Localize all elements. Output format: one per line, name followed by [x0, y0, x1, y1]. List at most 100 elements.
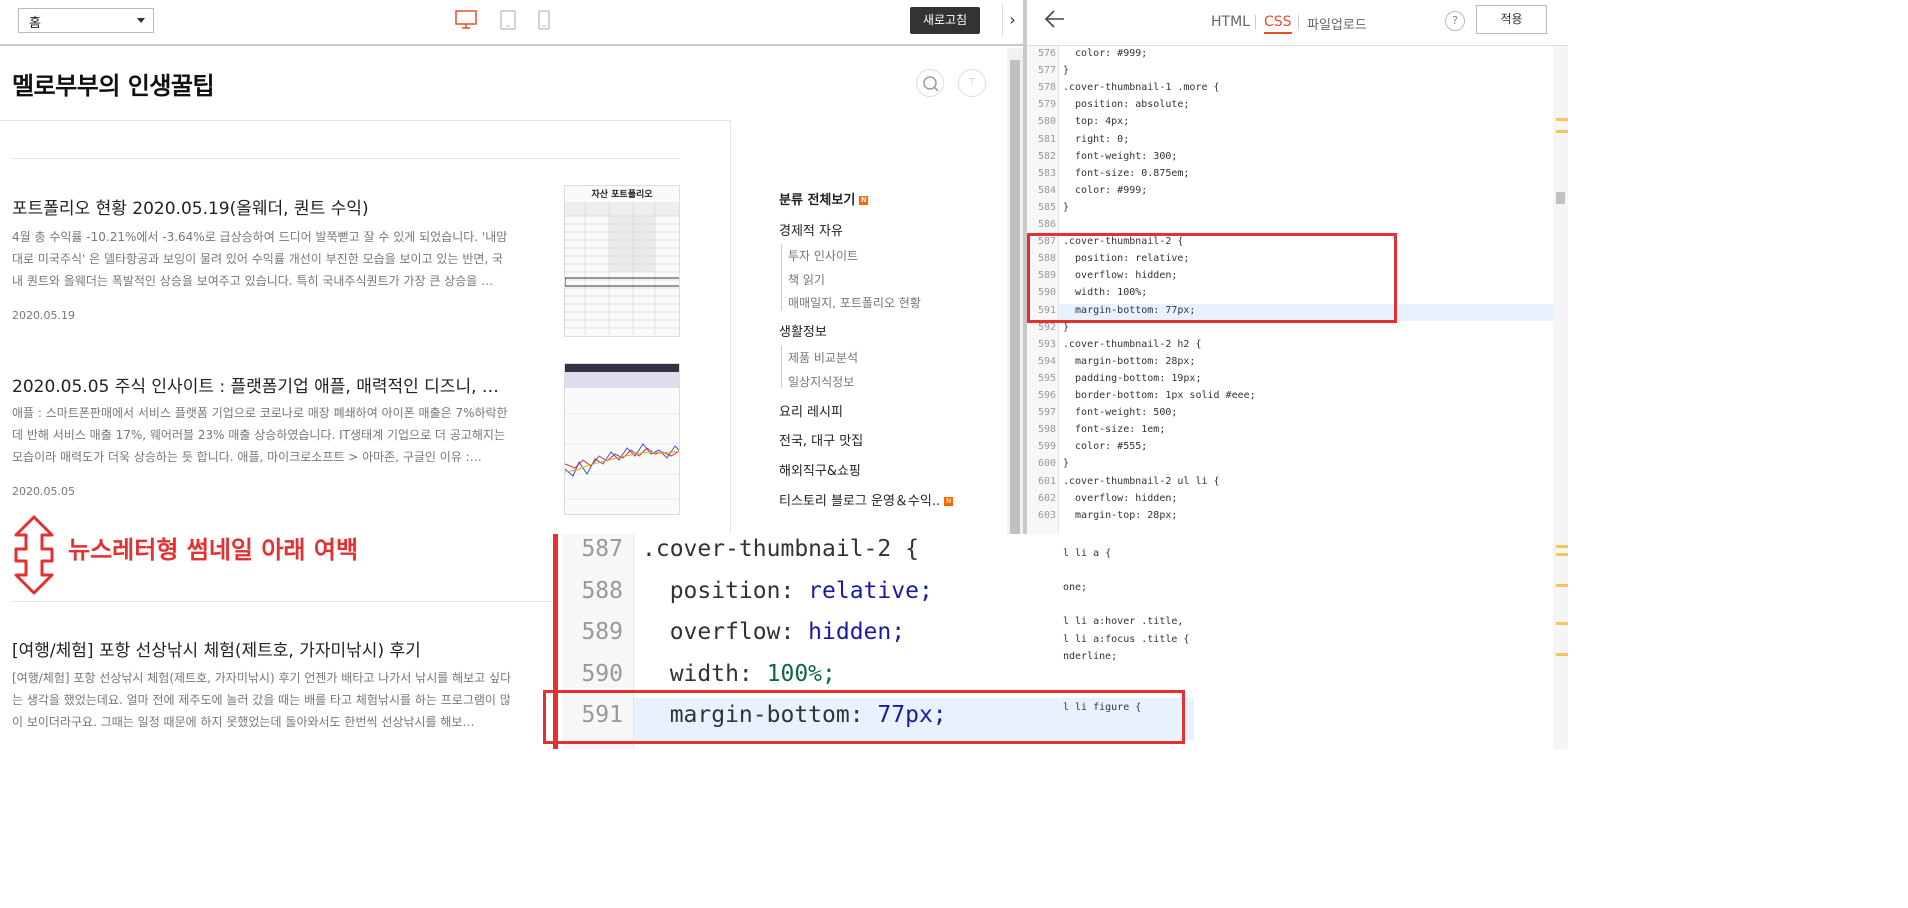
code-line[interactable]: font-weight: 500; [1063, 404, 1177, 421]
code-line[interactable]: l li a:hover .title, [1063, 613, 1183, 630]
code-line[interactable]: .cover-thumbnail-1 .more { [1063, 79, 1220, 96]
category-item[interactable]: 티스토리 블로그 운영＆수익.. N [779, 490, 954, 509]
post-divider [12, 601, 552, 602]
post-date: 2020.05.05 [12, 485, 75, 498]
line-number: 594 [1037, 355, 1056, 367]
line-number: 576 [1037, 48, 1056, 59]
code-line[interactable]: right: 0; [1063, 131, 1129, 148]
zoom-property: width: [642, 660, 767, 687]
code-line[interactable]: margin-top: 28px; [1063, 507, 1177, 524]
double-arrow-icon [12, 515, 56, 599]
editor-scrollbar[interactable] [1553, 46, 1568, 749]
code-line[interactable]: l li figure { [1063, 699, 1141, 716]
spreadsheet-image [565, 202, 679, 335]
page-select-value: 홈 [29, 16, 41, 31]
editor-scrollbar-thumb[interactable] [1556, 192, 1565, 204]
line-number: 599 [1037, 441, 1056, 453]
code-line[interactable]: color: #555; [1063, 438, 1147, 455]
code-line[interactable]: .cover-thumbnail-2 ul li { [1063, 473, 1220, 490]
desktop-view-icon[interactable] [455, 10, 477, 34]
code-line[interactable]: color: #999; [1063, 182, 1147, 199]
subcategory-item[interactable]: 일상지식정보 [788, 373, 854, 390]
category-item[interactable]: 생활정보 [779, 321, 827, 340]
line-number: 578 [1037, 82, 1056, 94]
zoom-code-line: overflow: hidden; [642, 619, 905, 645]
line-number: 585 [1037, 201, 1056, 213]
code-line[interactable]: font-size: 0.875em; [1063, 165, 1189, 182]
page-select[interactable]: 홈 [18, 8, 154, 33]
scroll-marker [1556, 118, 1568, 121]
line-number: 584 [1037, 184, 1056, 196]
zoom-value: hidden; [808, 619, 906, 645]
code-line[interactable]: l li a { [1063, 545, 1111, 562]
tab-css[interactable]: CSS [1264, 14, 1292, 34]
post-title[interactable]: [여행/체험] 포항 선상낚시 체험(제트호, 가자미낚시) 후기 [12, 636, 452, 661]
annotation-text: 뉴스레터형 썸네일 아래 여백 [68, 536, 359, 564]
line-number: 598 [1037, 424, 1056, 436]
category-item[interactable]: 전국, 대구 맛집 [779, 430, 863, 449]
code-line[interactable]: font-weight: 300; [1063, 148, 1177, 165]
highlight-box [1027, 233, 1397, 323]
thumbnail-caption: 자산 포트폴리오 [591, 190, 653, 200]
line-number: 596 [1037, 390, 1056, 401]
code-line[interactable]: margin-bottom: 28px; [1063, 353, 1195, 370]
code-line[interactable]: } [1063, 199, 1069, 216]
line-number: 595 [1037, 372, 1056, 384]
scroll-top-icon[interactable]: ⊤ [958, 69, 986, 97]
code-line[interactable]: one; [1063, 579, 1087, 596]
tab-file-upload[interactable]: 파일업로드 [1307, 14, 1367, 33]
line-number: 579 [1037, 99, 1056, 111]
stock-chart-image [565, 364, 679, 500]
post-thumbnail[interactable] [564, 363, 680, 515]
subcategory-item[interactable]: 책 읽기 [788, 271, 825, 288]
code-line[interactable]: } [1063, 455, 1069, 472]
category-all[interactable]: 분류 전체보기 N [779, 189, 869, 208]
code-line[interactable]: color: #999; [1063, 45, 1147, 62]
list-top-divider [12, 158, 680, 159]
post-title[interactable]: 2020.05.05 주식 인사이트 : 플랫폼기업 애플, 매력적인 디즈니,… [12, 372, 512, 397]
code-line[interactable]: border-bottom: 1px solid #eee; [1063, 387, 1256, 404]
scroll-marker [1556, 545, 1568, 548]
help-icon[interactable]: ? [1445, 11, 1465, 31]
scroll-marker [1556, 653, 1568, 656]
code-line[interactable]: .cover-thumbnail-2 h2 { [1063, 336, 1201, 353]
zoom-line-number: 589 [581, 619, 623, 645]
subcategory-item[interactable]: 투자 인사이트 [788, 247, 858, 264]
code-line[interactable]: l li a:focus .title { [1063, 631, 1189, 648]
mobile-view-icon[interactable] [537, 10, 551, 34]
zoom-line-number: 587 [581, 536, 623, 562]
line-number: 600 [1037, 458, 1056, 470]
code-line[interactable]: } [1063, 62, 1069, 79]
scroll-marker [1556, 553, 1568, 556]
code-line[interactable]: font-size: 1em; [1063, 421, 1165, 438]
search-button[interactable] [916, 69, 944, 97]
line-number: 582 [1037, 150, 1056, 162]
code-line[interactable]: top: 4px; [1063, 113, 1129, 130]
apply-button[interactable]: 적용 [1476, 5, 1547, 34]
code-line[interactable]: overflow: hidden; [1063, 490, 1177, 507]
subcategory-item[interactable]: 제품 비교분석 [788, 349, 858, 366]
chevron-right-icon[interactable]: › [1002, 4, 1022, 36]
post-excerpt: [여행/체험] 포항 선상낚시 체험(제트호, 가자미낚시) 후기 언젠가 배타… [12, 671, 512, 729]
post-thumbnail[interactable]: 자산 포트폴리오 [564, 185, 680, 337]
code-line[interactable]: position: absolute; [1063, 96, 1189, 113]
code-line[interactable]: nderline; [1063, 648, 1117, 665]
post-title[interactable]: 포트폴리오 현황 2020.05.19(올웨더, 퀀트 수익) [12, 194, 512, 219]
category-item[interactable]: 경제적 자유 [779, 220, 843, 239]
category-item[interactable]: 요리 레시피 [779, 401, 843, 420]
zoom-code-line: .cover-thumbnail-2 { [642, 536, 919, 562]
refresh-button[interactable]: 새로고침 [910, 7, 980, 34]
blog-title[interactable]: 멜로부부의 인생꿀팁 [12, 66, 215, 101]
code-line[interactable]: padding-bottom: 19px; [1063, 370, 1201, 387]
back-arrow-icon[interactable] [1044, 8, 1066, 35]
preview-scrollbar-thumb[interactable] [1010, 60, 1020, 600]
zoom-value: 100%; [766, 660, 836, 687]
line-number: 583 [1037, 167, 1056, 179]
tab-html[interactable]: HTML [1211, 14, 1250, 30]
subcategory-bar [781, 244, 782, 311]
subcategory-item[interactable]: 매매일지, 포트폴리오 현황 [788, 294, 921, 311]
tablet-view-icon[interactable] [500, 10, 516, 34]
category-item-label: 티스토리 블로그 운영＆수익.. [779, 494, 941, 509]
category-item[interactable]: 해외직구&쇼핑 [779, 460, 861, 479]
new-badge: N [859, 196, 869, 205]
